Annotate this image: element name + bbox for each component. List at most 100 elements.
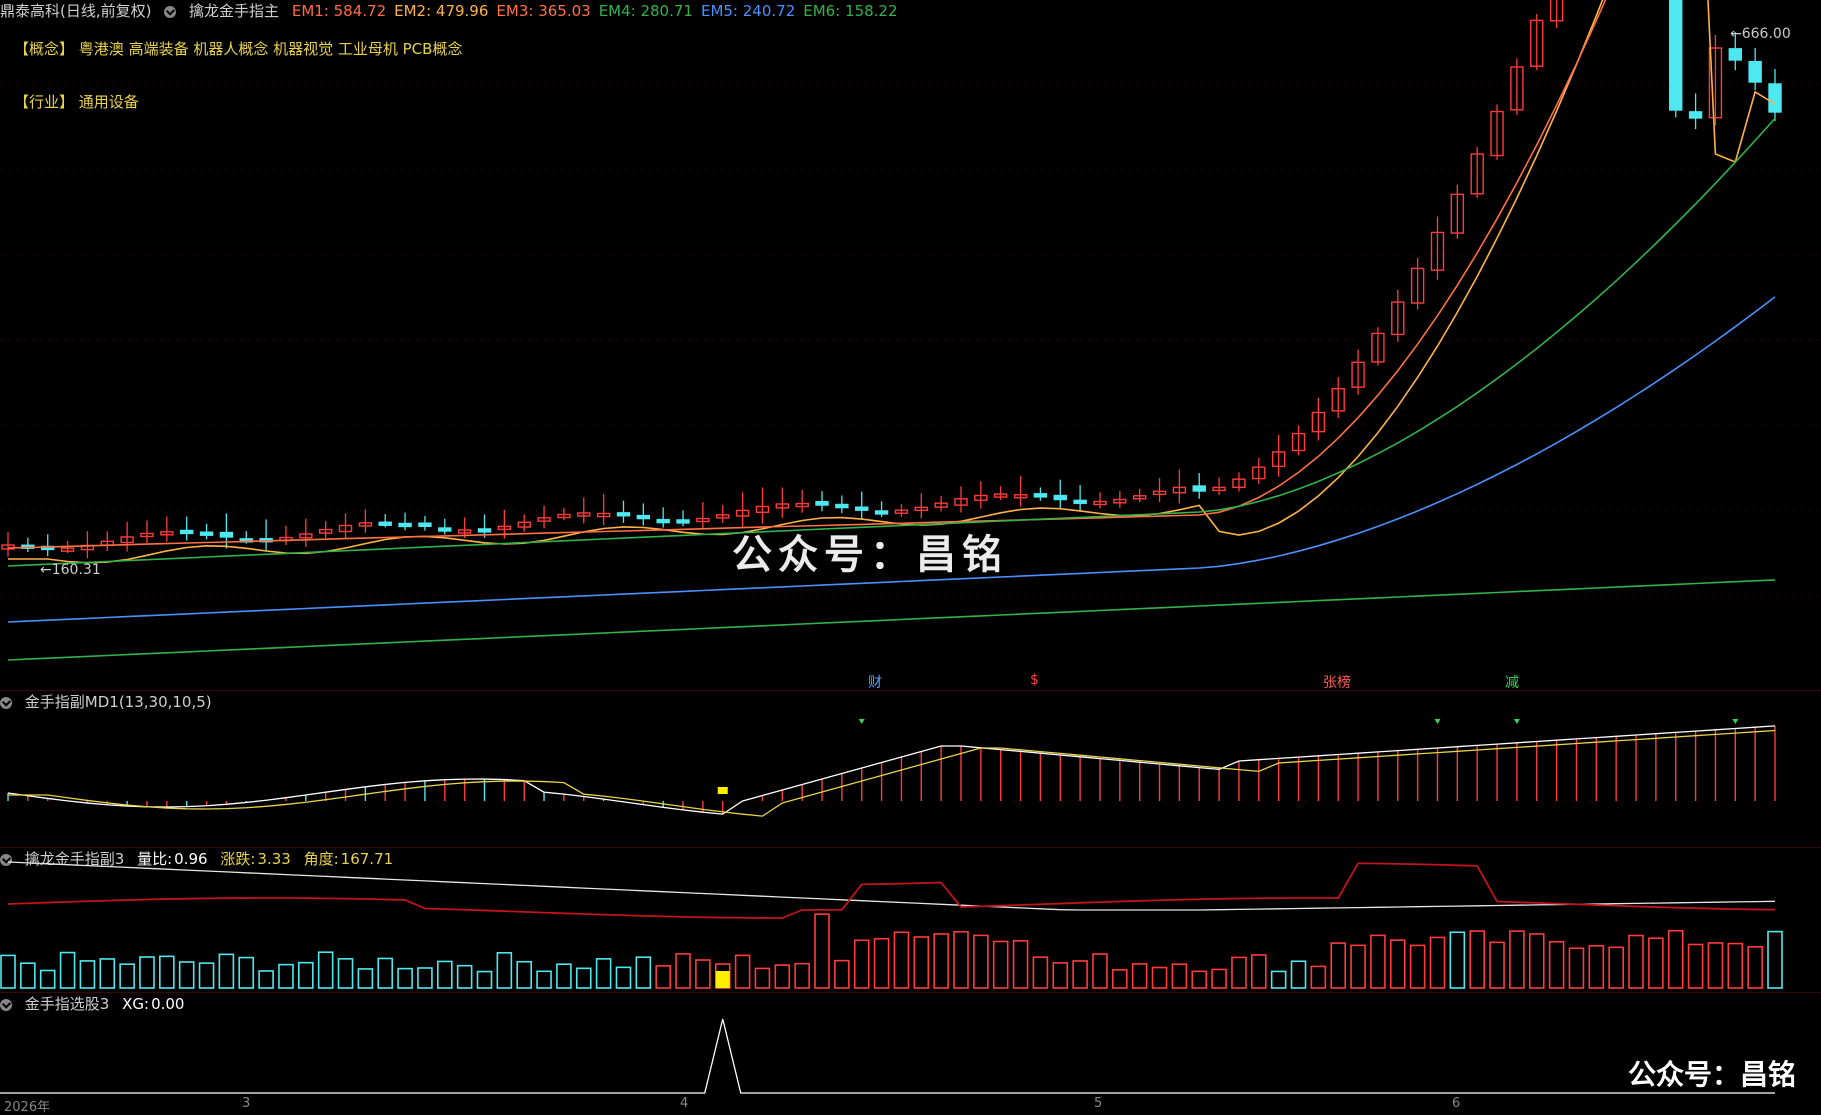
volume-bar xyxy=(953,931,969,989)
volume-bar xyxy=(1687,943,1704,989)
candle-body xyxy=(1748,60,1762,83)
volume-bar xyxy=(1469,930,1485,989)
sub-chart-2[interactable]: 擒龙金手指副3 量比: 0.96 涨跌: 3.33 角度: 167.71 xyxy=(0,848,1821,992)
candle-body xyxy=(835,503,849,509)
volume-bar xyxy=(496,952,513,989)
volume-bar xyxy=(1330,942,1347,989)
candle-body xyxy=(1768,83,1782,113)
x-tick-label: 5 xyxy=(1094,1096,1103,1111)
candle-body xyxy=(1192,485,1206,492)
volume-bar xyxy=(794,962,810,989)
candle-body xyxy=(676,519,690,524)
volume-bar xyxy=(397,967,413,989)
volume-bar xyxy=(1350,944,1366,989)
candle-body xyxy=(418,522,432,528)
ema-line-6 xyxy=(7,579,1776,661)
center-watermark: 公众号：昌铭 xyxy=(732,532,1008,578)
volume-bar xyxy=(476,970,493,989)
event-marker-reduce[interactable]: 减 xyxy=(1505,672,1519,692)
main-chart-panel[interactable]: 鼎泰高科(日线,前复权) 擒龙金手指主 EM1: 584.72 EM2: 479.… xyxy=(0,0,1821,692)
volume-bar xyxy=(695,959,711,989)
volume-bar xyxy=(734,954,751,989)
volume-bar xyxy=(1370,934,1386,989)
volume-bar xyxy=(1727,942,1744,989)
volume-bar xyxy=(0,954,16,989)
volume-bar xyxy=(655,965,671,989)
volume-bar xyxy=(1429,936,1446,989)
volume-bar xyxy=(774,964,791,989)
volume-bar xyxy=(1290,960,1307,989)
volume-bar xyxy=(1012,939,1029,989)
md-oscillator-chart[interactable] xyxy=(0,691,1821,847)
event-marker-finance[interactable]: 财 xyxy=(868,672,882,692)
volume-bar xyxy=(595,958,612,989)
volume-bar xyxy=(1528,933,1545,989)
high-price-label: ←666.00 xyxy=(1730,26,1791,42)
volume-bar xyxy=(377,957,394,989)
sub-chart-3[interactable]: 金手指选股3 XG: 0.00 公众号：昌铭 xyxy=(0,993,1821,1095)
low-price-label: ←160.31 xyxy=(40,562,101,578)
volume-bar xyxy=(873,937,890,989)
volume-bar xyxy=(536,970,552,989)
volume-bar xyxy=(278,963,294,989)
candle-body xyxy=(477,528,492,533)
volume-bar xyxy=(178,961,195,989)
volume-bar xyxy=(1588,944,1605,989)
volume-bar xyxy=(119,963,135,989)
volume-bar xyxy=(1449,931,1466,989)
volume-bar xyxy=(516,960,533,989)
signal-triangle xyxy=(1434,719,1441,724)
volume-chart[interactable] xyxy=(0,848,1821,992)
volume-bar xyxy=(357,968,374,989)
event-marker-list[interactable]: 张榜 xyxy=(1323,672,1351,692)
volume-bar xyxy=(298,961,314,989)
volume-bar xyxy=(575,967,592,989)
volume-bar xyxy=(556,963,572,989)
candlestick-chart[interactable] xyxy=(0,0,1821,690)
volume-bar xyxy=(1171,963,1188,989)
volume-bar xyxy=(337,958,354,989)
volume-bar xyxy=(99,958,116,989)
volume-bar xyxy=(1667,929,1684,989)
volume-bar xyxy=(139,956,155,989)
volume-bar xyxy=(417,967,433,989)
volume-bar xyxy=(1052,962,1069,989)
volume-bar xyxy=(814,913,830,989)
volume-bar xyxy=(893,931,910,989)
corner-watermark: 公众号：昌铭 xyxy=(1628,1058,1797,1091)
candle-body xyxy=(616,512,631,517)
event-marker-dollar[interactable]: $ xyxy=(1030,672,1039,688)
volume-bar xyxy=(1072,960,1088,989)
volume-bar xyxy=(913,936,930,989)
x-tick-label: 3 xyxy=(242,1096,251,1111)
candle-body xyxy=(656,518,670,524)
signal-triangle xyxy=(1513,719,1520,724)
volume-bar xyxy=(1250,954,1267,989)
x-tick-label: 6 xyxy=(1452,1096,1461,1111)
selection-signal-chart[interactable] xyxy=(0,993,1821,1095)
volume-bar xyxy=(1389,939,1406,989)
volume-bar xyxy=(20,962,36,989)
volume-bar xyxy=(1707,942,1724,989)
candle-body xyxy=(1669,0,1683,111)
volume-bar xyxy=(258,970,274,989)
md-fast-line xyxy=(7,725,1776,815)
volume-bar xyxy=(615,966,632,989)
ema-line-2 xyxy=(7,0,1607,549)
candle-body xyxy=(1688,111,1703,119)
signal-triangle xyxy=(858,719,865,724)
volume-bar xyxy=(1270,970,1287,989)
volume-bar xyxy=(1608,946,1624,989)
volume-bar xyxy=(1568,947,1585,989)
ema-line-1 xyxy=(8,0,1776,564)
sub-chart-1[interactable]: 金手指副MD1(13,30,10,5) xyxy=(0,691,1821,847)
x-tick-label: 4 xyxy=(680,1096,689,1111)
candle-body xyxy=(199,531,214,536)
x-axis: 2026年 3 4 5 6 xyxy=(0,1095,1821,1115)
xg-signal-line xyxy=(0,1018,1775,1094)
candle-body xyxy=(1073,499,1087,505)
volume-bar xyxy=(1310,965,1327,989)
candle-body xyxy=(636,514,651,520)
candle-body xyxy=(219,531,234,538)
volume-bar xyxy=(436,960,453,989)
